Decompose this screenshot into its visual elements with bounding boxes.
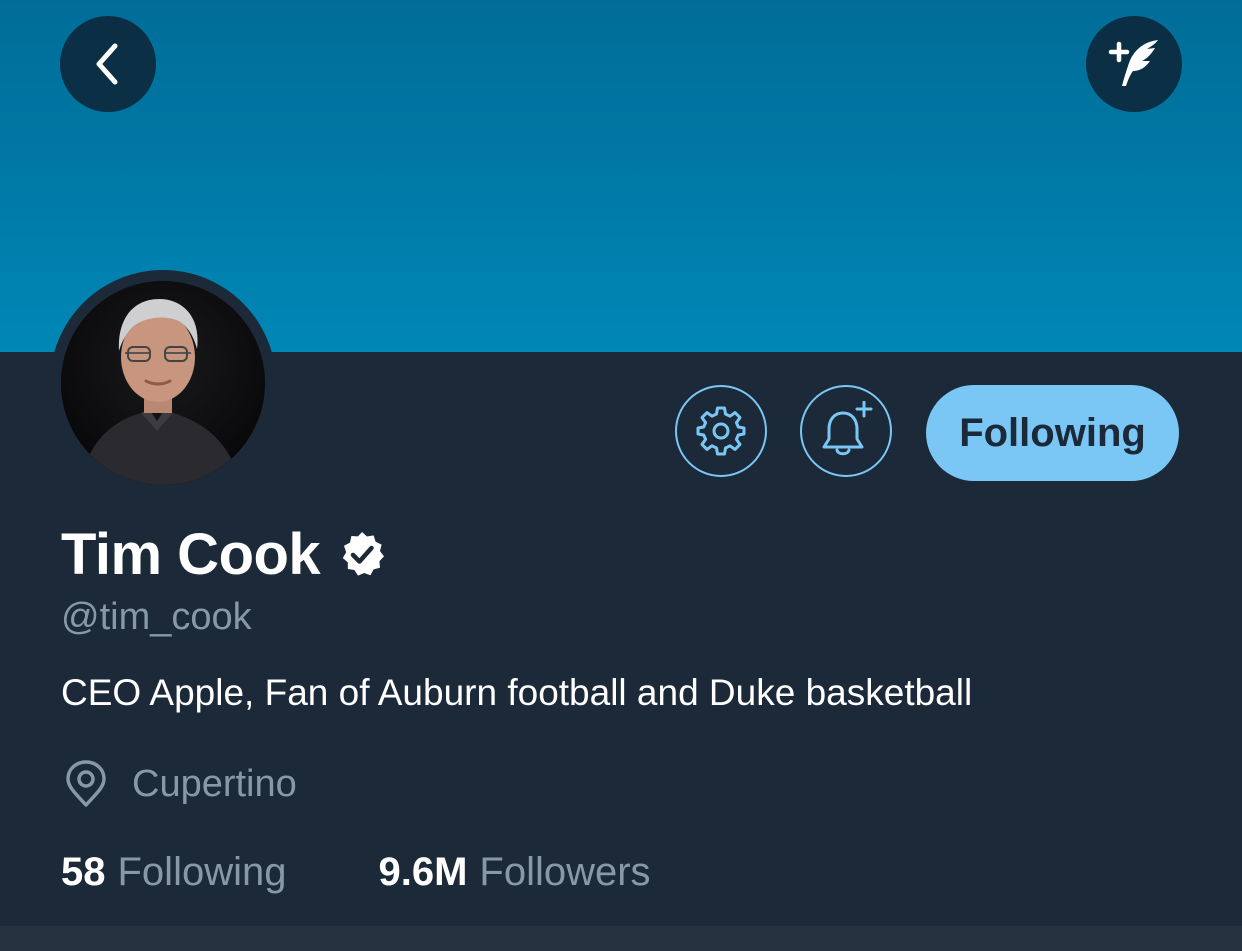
profile-name-row: Tim Cook (61, 521, 386, 587)
following-label: Following (117, 850, 287, 894)
notifications-button[interactable] (800, 385, 892, 477)
back-button[interactable] (60, 16, 156, 112)
avatar[interactable] (61, 281, 265, 485)
settings-button[interactable] (675, 385, 767, 477)
profile-screen: Following Tim Cook @tim_cook CEO Apple, … (0, 0, 1242, 951)
followers-label: Followers (479, 850, 651, 894)
profile-stats: 58 Following 9.6M Followers (61, 850, 651, 895)
profile-location: Cupertino (64, 760, 297, 808)
profile-bio: CEO Apple, Fan of Auburn football and Du… (61, 672, 973, 713)
verified-badge-icon (342, 532, 385, 576)
compose-feather-icon (1108, 40, 1158, 86)
followers-stat-link[interactable]: 9.6M Followers (378, 850, 650, 895)
followers-count: 9.6M (378, 850, 468, 894)
location-pin-icon (66, 760, 106, 807)
gear-icon (696, 406, 746, 456)
tabs-divider (0, 926, 1242, 951)
following-count: 58 (61, 850, 106, 894)
following-button[interactable]: Following (926, 385, 1179, 481)
profile-handle: @tim_cook (61, 596, 252, 638)
compose-tweet-button[interactable] (1086, 16, 1182, 112)
bell-plus-icon (822, 401, 873, 456)
location-text: Cupertino (132, 762, 297, 805)
profile-photo (61, 281, 265, 485)
chevron-left-icon (96, 43, 118, 85)
following-stat-link[interactable]: 58 Following (61, 850, 286, 895)
display-name: Tim Cook (61, 521, 321, 587)
